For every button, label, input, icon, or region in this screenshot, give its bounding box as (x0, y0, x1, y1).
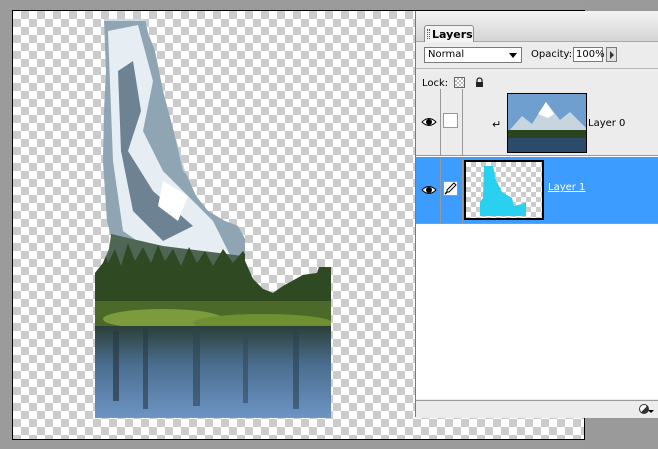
lock-label: Lock: (422, 78, 449, 89)
brush-icon[interactable] (443, 181, 458, 196)
checker-lock-icon[interactable] (454, 77, 465, 88)
layer-name[interactable]: Layer 1 (548, 182, 585, 193)
grip-icon (427, 29, 430, 39)
divider (440, 157, 441, 224)
layer-row-layer-0[interactable]: ↵ Layer 0 (416, 89, 658, 156)
tab-layers-label: Layers (432, 28, 473, 41)
layer-name[interactable]: Layer 0 (588, 118, 625, 129)
blend-mode-select[interactable]: Normal (424, 47, 522, 63)
chevron-down-icon (509, 53, 517, 58)
opacity-field[interactable]: 100% (573, 47, 605, 62)
opacity-label: Opacity: (531, 49, 573, 60)
blend-mode-value: Normal (428, 49, 465, 60)
divider (462, 157, 463, 224)
divider (416, 68, 658, 69)
layer-1-thumbnail (464, 160, 544, 220)
opacity-slider-button[interactable] (606, 47, 617, 62)
eye-icon[interactable] (420, 113, 438, 131)
chevron-down-icon (648, 410, 654, 413)
palette-footer (416, 400, 658, 418)
clipping-arrow-icon: ↵ (492, 118, 502, 131)
layers-palette: Layers Normal Opacity: 100% Lock: ↵ Laye… (415, 11, 658, 418)
palette-tab-bar: Layers (416, 11, 658, 42)
divider (440, 89, 441, 156)
tab-layers[interactable]: Layers (424, 25, 474, 42)
link-cell[interactable] (443, 113, 458, 128)
padlock-icon[interactable] (474, 77, 485, 88)
divider (462, 89, 463, 156)
layer-row-layer-1[interactable]: Layer 1 (416, 157, 658, 224)
layers-list: ↵ Layer 0 Layer 1 (416, 89, 658, 399)
eye-icon[interactable] (420, 181, 438, 199)
layer-0-thumbnail (507, 93, 587, 153)
